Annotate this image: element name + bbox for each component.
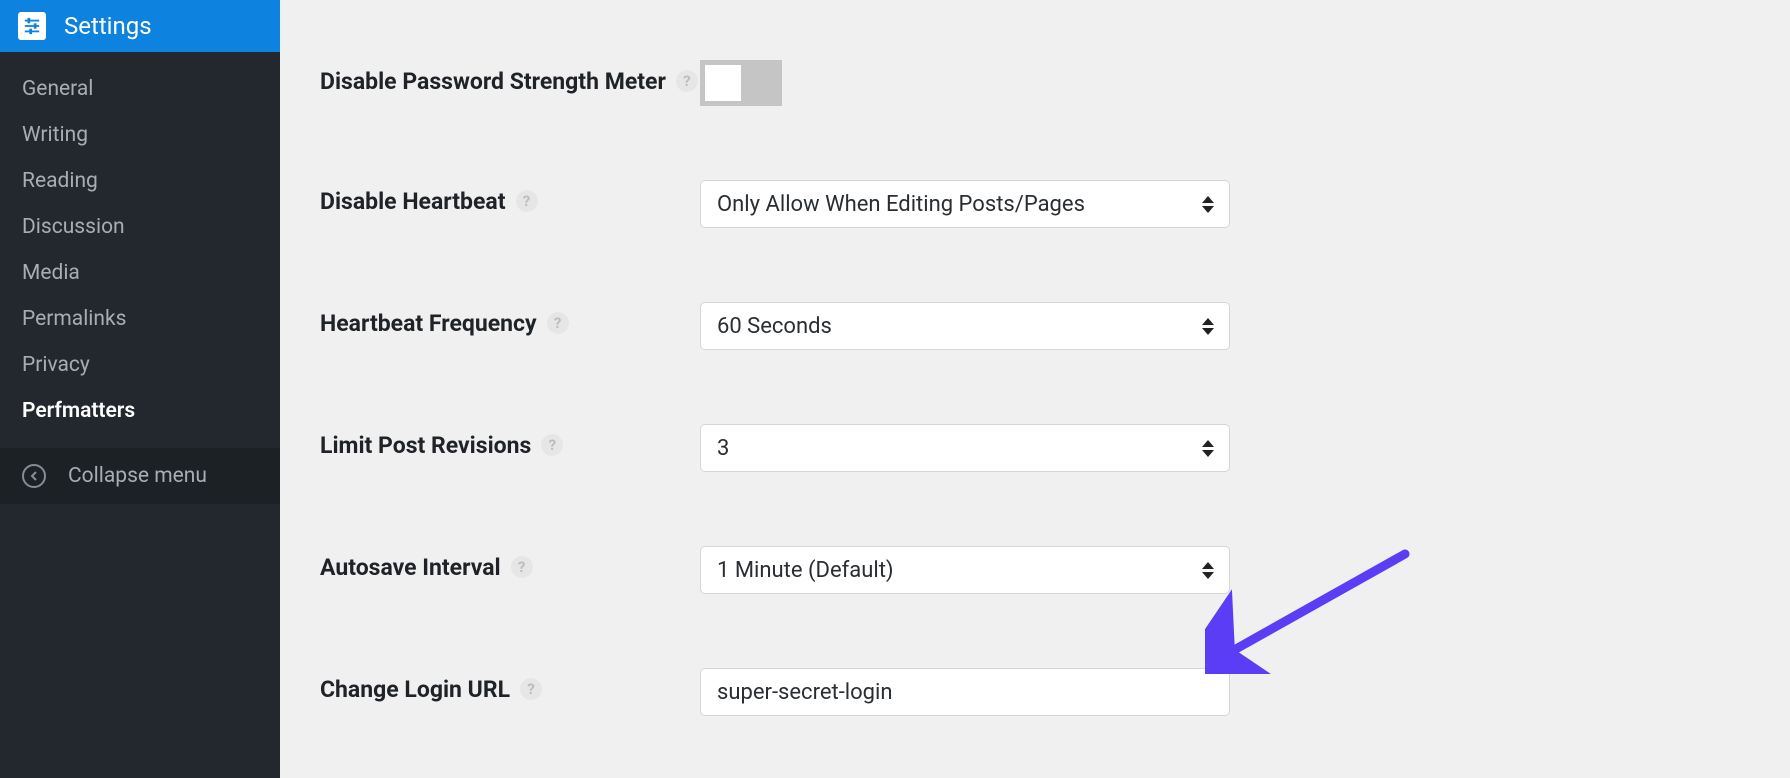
collapse-menu-button[interactable]: Collapse menu <box>0 448 280 504</box>
chevron-updown-icon <box>1199 318 1217 335</box>
settings-form: Disable Password Strength Meter ? Disabl… <box>280 0 1790 778</box>
sidebar-item-privacy[interactable]: Privacy <box>0 342 280 388</box>
chevron-updown-icon <box>1199 196 1217 213</box>
help-icon[interactable]: ? <box>676 70 698 92</box>
label-disable-heartbeat: Disable Heartbeat ? <box>320 180 700 217</box>
sidebar-header-settings[interactable]: Settings <box>0 0 280 52</box>
sidebar-item-reading[interactable]: Reading <box>0 158 280 204</box>
admin-sidebar: Settings General Writing Reading Discuss… <box>0 0 280 778</box>
input-change-login-url[interactable]: super-secret-login <box>700 668 1230 716</box>
sidebar-item-general[interactable]: General <box>0 66 280 112</box>
select-disable-heartbeat[interactable]: Only Allow When Editing Posts/Pages <box>700 180 1230 228</box>
sidebar-item-perfmatters[interactable]: Perfmatters <box>0 388 280 434</box>
sidebar-item-writing[interactable]: Writing <box>0 112 280 158</box>
select-limit-post-revisions[interactable]: 3 <box>700 424 1230 472</box>
input-value: super-secret-login <box>717 680 893 705</box>
sidebar-item-discussion[interactable]: Discussion <box>0 204 280 250</box>
settings-sliders-icon <box>18 12 46 40</box>
row-disable-heartbeat: Disable Heartbeat ? Only Allow When Edit… <box>320 180 1750 228</box>
select-heartbeat-frequency[interactable]: 60 Seconds <box>700 302 1230 350</box>
chevron-updown-icon <box>1199 562 1217 579</box>
toggle-disable-password-meter[interactable] <box>700 60 782 106</box>
label-change-login-url: Change Login URL ? <box>320 668 700 705</box>
sidebar-item-media[interactable]: Media <box>0 250 280 296</box>
row-disable-password-meter: Disable Password Strength Meter ? <box>320 60 1750 106</box>
collapse-arrow-icon <box>22 464 46 488</box>
label-autosave-interval: Autosave Interval ? <box>320 546 700 583</box>
label-heartbeat-frequency: Heartbeat Frequency ? <box>320 302 700 339</box>
help-icon[interactable]: ? <box>511 556 533 578</box>
help-icon[interactable]: ? <box>541 434 563 456</box>
toggle-knob <box>705 65 741 101</box>
sidebar-item-permalinks[interactable]: Permalinks <box>0 296 280 342</box>
row-limit-post-revisions: Limit Post Revisions ? 3 <box>320 424 1750 472</box>
label-limit-post-revisions: Limit Post Revisions ? <box>320 424 700 461</box>
help-icon[interactable]: ? <box>520 678 542 700</box>
row-autosave-interval: Autosave Interval ? 1 Minute (Default) <box>320 546 1750 594</box>
sidebar-header-label: Settings <box>64 12 152 40</box>
label-disable-password-meter: Disable Password Strength Meter ? <box>320 60 700 97</box>
collapse-menu-label: Collapse menu <box>68 464 207 488</box>
row-heartbeat-frequency: Heartbeat Frequency ? 60 Seconds <box>320 302 1750 350</box>
select-value: 1 Minute (Default) <box>717 558 894 583</box>
sidebar-items: General Writing Reading Discussion Media… <box>0 52 280 448</box>
help-icon[interactable]: ? <box>547 312 569 334</box>
select-autosave-interval[interactable]: 1 Minute (Default) <box>700 546 1230 594</box>
select-value: 3 <box>717 436 729 461</box>
row-change-login-url: Change Login URL ? super-secret-login <box>320 668 1750 716</box>
help-icon[interactable]: ? <box>516 190 538 212</box>
select-value: Only Allow When Editing Posts/Pages <box>717 192 1085 217</box>
chevron-updown-icon <box>1199 440 1217 457</box>
select-value: 60 Seconds <box>717 314 832 339</box>
